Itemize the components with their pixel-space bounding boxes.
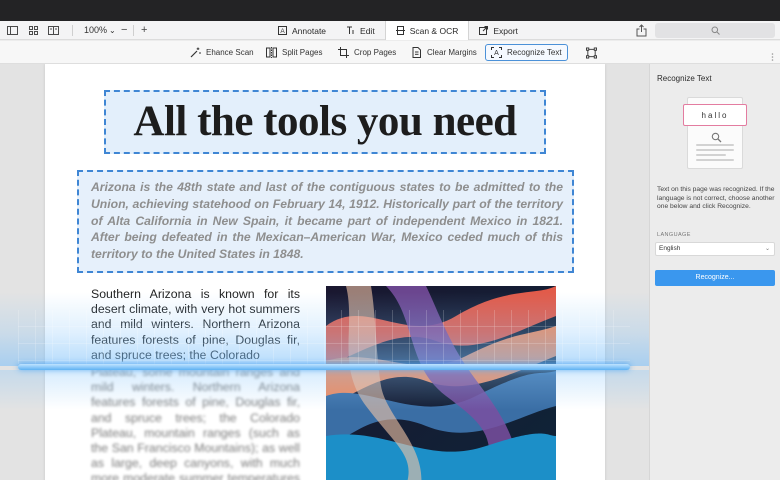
tool-label: Clear Margins	[427, 48, 477, 57]
tab-annotate[interactable]: A Annotate	[268, 21, 336, 40]
recognized-heading-region[interactable]: All the tools you need	[104, 90, 546, 154]
document-canvas[interactable]: All the tools you need Arizona is the 48…	[0, 64, 649, 480]
chevron-down-icon: ⌄	[109, 26, 116, 35]
frame-corners-icon	[586, 47, 597, 58]
zoom-out-button[interactable]: −	[121, 23, 127, 37]
ocr-toolbar: Ehance Scan Split Pages Crop Pages Clear…	[0, 41, 780, 64]
main-toolbar: 100% ⌄ − + A Annotate Edit Scan & OCR Exp…	[0, 21, 780, 40]
intro-paragraph: Arizona is the 48th state and last of th…	[91, 180, 563, 262]
search-input[interactable]	[655, 23, 775, 38]
recognize-text-button[interactable]: A Recognize Text	[485, 44, 568, 61]
column-paragraph: Southern Arizona is known for its desert…	[91, 287, 300, 362]
magnifier-icon	[711, 130, 722, 143]
page-view-icon[interactable]	[47, 24, 60, 37]
export-icon	[479, 26, 489, 35]
clear-margins-button[interactable]: Clear Margins	[406, 44, 482, 61]
text-cursor-icon	[346, 26, 355, 35]
toolbar-divider	[72, 25, 73, 36]
scan-icon	[395, 26, 405, 35]
svg-text:A: A	[280, 28, 285, 35]
window-titlebar	[0, 0, 780, 21]
sidebar-icon[interactable]	[6, 24, 19, 37]
tool-label: Split Pages	[282, 48, 323, 57]
tab-scan-ocr[interactable]: Scan & OCR	[384, 21, 470, 40]
zoom-value: 100%	[84, 25, 108, 35]
illustration-recognized-word: hallo	[683, 104, 747, 126]
panel-title: Recognize Text	[657, 74, 712, 83]
document-page: All the tools you need Arizona is the 48…	[45, 64, 605, 480]
magic-wand-icon	[190, 47, 201, 58]
illustration-line	[696, 154, 726, 156]
scan-line	[18, 364, 630, 370]
zoom-select[interactable]: 100% ⌄	[84, 24, 116, 37]
illustration-line	[696, 159, 734, 161]
document-icon	[411, 47, 422, 58]
language-label: LANGUAGE	[657, 232, 691, 238]
recognized-paragraph-region[interactable]: Arizona is the 48th state and last of th…	[77, 170, 574, 273]
split-pages-button[interactable]: Split Pages	[261, 44, 327, 61]
recognition-status-text: Text on this page was recognized. If the…	[657, 186, 775, 211]
chevron-down-icon: ⌄	[764, 246, 770, 252]
enhance-scan-button[interactable]: Ehance Scan	[185, 44, 259, 61]
page-heading: All the tools you need	[133, 98, 517, 145]
toolbar-grip-icon[interactable]	[771, 48, 774, 61]
recognize-button[interactable]: Recognize...	[655, 270, 775, 286]
tab-label: Annotate	[292, 25, 327, 36]
tab-edit[interactable]: Edit	[336, 21, 385, 40]
svg-text:A: A	[494, 50, 499, 57]
thumbnails-icon[interactable]	[27, 24, 40, 37]
tool-label: Crop Pages	[354, 48, 397, 57]
text-recognition-icon: A	[491, 47, 502, 58]
language-value: English	[659, 245, 681, 252]
language-select[interactable]: English ⌄	[655, 242, 775, 256]
abstract-artwork-image	[326, 286, 556, 480]
illustration-line	[696, 144, 734, 146]
tab-label: Scan & OCR	[409, 25, 459, 36]
split-pages-icon	[266, 47, 277, 58]
zoom-in-button[interactable]: +	[141, 23, 147, 37]
tool-label: Recognize Text	[507, 48, 562, 57]
tab-export[interactable]: Export	[469, 21, 528, 40]
search-icon	[711, 22, 720, 40]
share-icon[interactable]	[636, 24, 648, 37]
tool-label: Ehance Scan	[206, 48, 254, 57]
illustration-line	[696, 149, 734, 151]
column-paragraph-unscanned: Plateau, some mountain ranges and mild w…	[91, 365, 300, 480]
tab-label: Edit	[360, 25, 375, 36]
mode-tabs: A Annotate Edit Scan & OCR Export	[268, 21, 528, 40]
tab-label: Export	[493, 25, 518, 36]
fit-selection-button[interactable]	[581, 44, 602, 61]
annotate-icon: A	[278, 26, 287, 35]
crop-icon	[338, 47, 349, 58]
crop-pages-button[interactable]: Crop Pages	[333, 44, 401, 61]
recognize-text-panel: Recognize Text hallo Text on this page w…	[649, 64, 780, 480]
toolbar-divider	[133, 25, 134, 36]
